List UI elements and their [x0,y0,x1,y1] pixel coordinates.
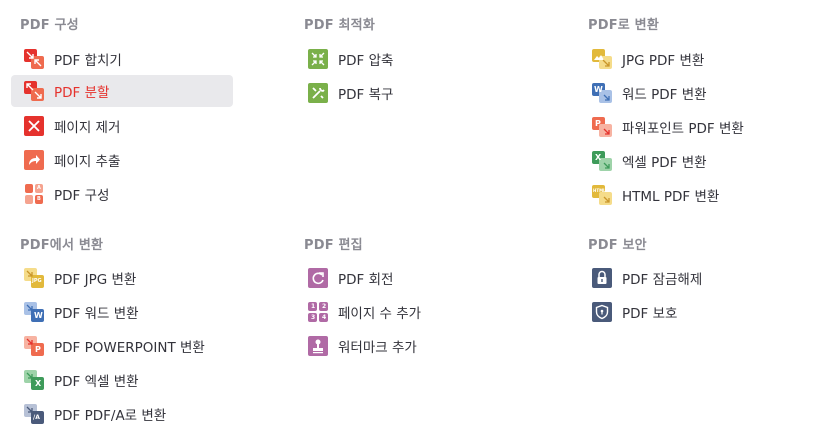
pdf-to-word-icon: W [24,302,44,322]
menu-item-label: 워터마크 추가 [338,340,417,356]
menu-item-excel-to-pdf[interactable]: X 엑셀 PDF 변환 [579,145,801,177]
section-heading: PDF로 변환 [588,18,660,33]
menu-item-html-to-pdf[interactable]: HTML HTML PDF 변환 [579,179,801,211]
split-icon [24,81,44,101]
menu-item-label: PDF 워드 변환 [54,306,139,322]
menu-item-label: PDF 분할 [54,85,110,101]
menu-item-word-to-pdf[interactable]: W 워드 PDF 변환 [579,77,801,109]
menu-item-label: PDF 잠금해제 [622,272,703,288]
menu-item-protect-pdf[interactable]: PDF 보호 [579,296,801,328]
protect-icon [592,302,612,322]
menu-item-repair-pdf[interactable]: PDF 복구 [295,77,517,109]
menu-item-pdf-to-word[interactable]: W PDF 워드 변환 [11,296,233,328]
menu-item-label: PDF 회전 [338,272,394,288]
merge-icon [24,49,44,69]
pdf-to-jpg-icon: JPG [24,268,44,288]
section-heading: PDF 보안 [588,238,647,253]
menu-item-compress-pdf[interactable]: PDF 압축 [295,43,517,75]
menu-item-merge-pdf[interactable]: PDF 합치기 [11,43,233,75]
html-to-pdf-icon: HTML [592,185,612,205]
menu-item-label: PDF 압축 [338,53,394,69]
page-number-4: 4 [322,314,327,321]
menu-item-jpg-to-pdf[interactable]: JPG PDF 변환 [579,43,801,75]
menu-item-add-watermark[interactable]: 워터마크 추가 [295,330,517,362]
menu-item-label: PDF 구성 [54,188,110,204]
menu-item-label: 페이지 수 추가 [338,306,422,322]
organize-icon: A B [24,184,44,204]
menu-item-remove-pages[interactable]: 페이지 제거 [11,110,233,142]
menu-item-pdf-to-jpg[interactable]: JPG PDF JPG 변환 [11,262,233,294]
powerpoint-to-pdf-icon: P [592,117,612,137]
menu-item-label: PDF JPG 변환 [54,272,137,288]
menu-item-label: PDF POWERPOINT 변환 [54,340,205,356]
menu-item-label: PDF 엑셀 변환 [54,374,139,390]
pdf-to-excel-icon: X [24,370,44,390]
page-number-2: 2 [322,303,327,310]
extract-pages-icon [24,150,44,170]
menu-item-label: PDF 합치기 [54,53,122,69]
menu-item-unlock-pdf[interactable]: PDF 잠금해제 [579,262,801,294]
menu-item-label: 워드 PDF 변환 [622,87,707,103]
word-to-pdf-icon: W [592,83,612,103]
jpg-to-pdf-icon [592,49,612,69]
organize-b-text: B [37,196,41,202]
page-number-1: 1 [311,303,316,310]
menu-item-pdf-to-excel[interactable]: X PDF 엑셀 변환 [11,364,233,396]
section-heading: PDF 편집 [304,238,363,253]
section-heading: PDF 최적화 [304,18,376,33]
section-heading: PDF에서 변환 [20,238,104,253]
menu-item-label: JPG PDF 변환 [622,53,705,69]
watermark-icon [308,336,328,356]
menu-item-label: 엑셀 PDF 변환 [622,155,707,171]
compress-icon [308,49,328,69]
pdf-to-pdfa-icon: /A [24,404,44,424]
menu-item-extract-pages[interactable]: 페이지 추출 [11,144,233,176]
menu-item-organize-pdf[interactable]: A B PDF 구성 [11,178,233,210]
remove-pages-icon [24,116,44,136]
menu-item-label: HTML PDF 변환 [622,189,720,205]
page-number-3: 3 [311,314,316,321]
menu-item-pdf-to-powerpoint[interactable]: P PDF POWERPOINT 변환 [11,330,233,362]
repair-icon [308,83,328,103]
excel-to-pdf-icon: X [592,151,612,171]
menu-item-rotate-pdf[interactable]: PDF 회전 [295,262,517,294]
menu-item-label: PDF 복구 [338,87,394,103]
menu-item-pdf-to-pdfa[interactable]: /A PDF PDF/A로 변환 [11,398,233,428]
section-heading: PDF 구성 [20,18,79,33]
menu-item-label: PDF PDF/A로 변환 [54,408,167,424]
rotate-icon [308,268,328,288]
menu-item-label: 파워포인트 PDF 변환 [622,121,744,137]
pdf-to-powerpoint-icon: P [24,336,44,356]
menu-item-label: 페이지 추출 [54,154,121,170]
menu-item-powerpoint-to-pdf[interactable]: P 파워포인트 PDF 변환 [579,111,801,143]
menu-item-split-pdf[interactable]: PDF 분할 [11,75,233,107]
menu-item-label: 페이지 제거 [54,120,121,136]
unlock-icon [592,268,612,288]
menu-item-add-page-numbers[interactable]: 1 2 3 4 페이지 수 추가 [295,296,517,328]
page-numbers-icon: 1 2 3 4 [308,302,328,322]
menu-item-label: PDF 보호 [622,306,678,322]
organize-a-text: A [37,185,41,191]
